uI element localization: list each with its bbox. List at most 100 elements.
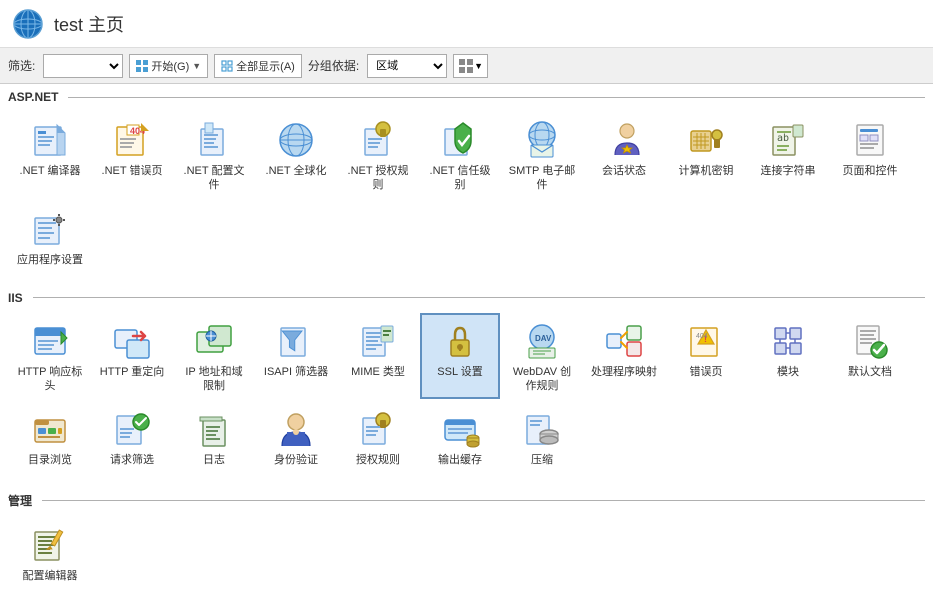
default-doc-item[interactable]: 默认文档 (830, 313, 910, 400)
view-toggle-button[interactable]: ▼ (453, 54, 488, 78)
net-global-item[interactable]: .NET 全球化 (256, 112, 336, 199)
smtp-item[interactable]: SMTP 电子邮件 (502, 112, 582, 199)
auth2-icon (276, 409, 316, 449)
http-response-label: HTTP 响应标头 (16, 365, 84, 394)
start-dropdown-arrow: ▼ (192, 61, 201, 71)
authz2-label: 授权规则 (356, 453, 400, 467)
request-filter-item[interactable]: 请求筛选 (92, 401, 172, 473)
auth2-item[interactable]: 身份验证 (256, 401, 336, 473)
handler-map-icon (604, 321, 644, 361)
grid-icon (136, 60, 148, 72)
ssl-item[interactable]: SSL 设置 (420, 313, 500, 400)
http-redirect-item[interactable]: HTTP 重定向 (92, 313, 172, 400)
compress-item[interactable]: 压缩 (502, 401, 582, 473)
net-config-label: .NET 配置文件 (180, 164, 248, 193)
app-settings-item[interactable]: 应用程序设置 (10, 201, 90, 273)
smtp-icon (522, 120, 562, 160)
view-dropdown: ▼ (474, 61, 483, 71)
webdav-icon: DAV (522, 321, 562, 361)
request-filter-icon (112, 409, 152, 449)
machine-key-icon (686, 120, 726, 160)
config-editor-icon (30, 525, 70, 565)
filter-label: 筛选: (8, 57, 35, 74)
handler-map-item[interactable]: 处理程序映射 (584, 313, 664, 400)
management-divider (42, 500, 925, 501)
aspnet-title: ASP.NET (8, 90, 64, 104)
iis-header: IIS (8, 285, 925, 309)
aspnet-grid: .NET 编译器 404 .NET 错误页 (8, 112, 925, 273)
net-error-item[interactable]: 404 .NET 错误页 (92, 112, 172, 199)
output-cache-icon (440, 409, 480, 449)
net-compiler-label: .NET 编译器 (20, 164, 81, 178)
config-editor-item[interactable]: 配置编辑器 (10, 517, 90, 589)
http-redirect-icon (112, 321, 152, 361)
error-page2-item[interactable]: ! 404 错误页 (666, 313, 746, 400)
aspnet-header: ASP.NET (8, 84, 925, 108)
smtp-label: SMTP 电子邮件 (508, 164, 576, 193)
config-editor-label: 配置编辑器 (23, 569, 78, 583)
ssl-label: SSL 设置 (437, 365, 482, 379)
aspnet-divider (68, 97, 925, 98)
show-all-button[interactable]: 全部显示(A) (214, 54, 302, 78)
net-auth-label: .NET 授权规则 (344, 164, 412, 193)
net-auth-icon (358, 120, 398, 160)
ip-domain-icon (194, 321, 234, 361)
net-auth-item[interactable]: .NET 授权规则 (338, 112, 418, 199)
net-trust-item[interactable]: .NET 信任级别 (420, 112, 500, 199)
compress-label: 压缩 (531, 453, 553, 467)
machine-key-item[interactable]: 计算机密钥 (666, 112, 746, 199)
session-icon (604, 120, 644, 160)
mime-label: MIME 类型 (351, 365, 405, 379)
session-item[interactable]: 会话状态 (584, 112, 664, 199)
output-cache-item[interactable]: 输出缓存 (420, 401, 500, 473)
net-compiler-item[interactable]: .NET 编译器 (10, 112, 90, 199)
management-title: 管理 (8, 492, 38, 509)
modules-label: 模块 (777, 365, 799, 379)
start-button[interactable]: 开始(G) ▼ (129, 54, 208, 78)
net-trust-label: .NET 信任级别 (426, 164, 494, 193)
group-by-label: 分组依据: (308, 57, 359, 74)
auth2-label: 身份验证 (274, 453, 318, 467)
net-global-icon (276, 120, 316, 160)
net-error-label: .NET 错误页 (102, 164, 163, 178)
aspnet-section: ASP.NET .NET 编译器 (0, 84, 933, 285)
svg-text:404: 404 (696, 333, 708, 340)
ip-domain-label: IP 地址和域限制 (180, 365, 248, 394)
ssl-icon (440, 321, 480, 361)
pages-label: 页面和控件 (843, 164, 898, 178)
modules-icon (768, 321, 808, 361)
ip-domain-item[interactable]: IP 地址和域限制 (174, 313, 254, 400)
mime-item[interactable]: MIME 类型 (338, 313, 418, 400)
request-filter-label: 请求筛选 (110, 453, 154, 467)
dir-browse-icon (30, 409, 70, 449)
authz2-item[interactable]: 授权规则 (338, 401, 418, 473)
isapi-icon (276, 321, 316, 361)
default-doc-label: 默认文档 (848, 365, 892, 379)
management-grid: 配置编辑器 (8, 517, 925, 589)
logging-icon (194, 409, 234, 449)
net-config-item[interactable]: .NET 配置文件 (174, 112, 254, 199)
error-page2-label: 错误页 (690, 365, 723, 379)
iis-grid: HTTP 响应标头 HTTP 重定向 (8, 313, 925, 400)
http-response-icon (30, 321, 70, 361)
management-header: 管理 (8, 486, 925, 513)
pages-item[interactable]: 页面和控件 (830, 112, 910, 199)
authz2-icon (358, 409, 398, 449)
pages-icon (850, 120, 890, 160)
net-config-icon (194, 120, 234, 160)
machine-key-label: 计算机密钥 (679, 164, 734, 178)
modules-item[interactable]: 模块 (748, 313, 828, 400)
dir-browse-item[interactable]: 目录浏览 (10, 401, 90, 473)
logging-item[interactable]: 日志 (174, 401, 254, 473)
header: test 主页 (0, 0, 933, 48)
filter-select[interactable] (43, 54, 123, 78)
logging-label: 日志 (203, 453, 225, 467)
webdav-item[interactable]: DAV WebDAV 创作规则 (502, 313, 582, 400)
isapi-item[interactable]: ISAPI 筛选器 (256, 313, 336, 400)
group-by-select[interactable]: 区域 (367, 54, 447, 78)
http-response-item[interactable]: HTTP 响应标头 (10, 313, 90, 400)
dir-browse-label: 目录浏览 (28, 453, 72, 467)
svg-text:DAV: DAV (535, 334, 552, 343)
handler-map-label: 处理程序映射 (591, 365, 657, 379)
conn-string-item[interactable]: ab 连接字符串 (748, 112, 828, 199)
